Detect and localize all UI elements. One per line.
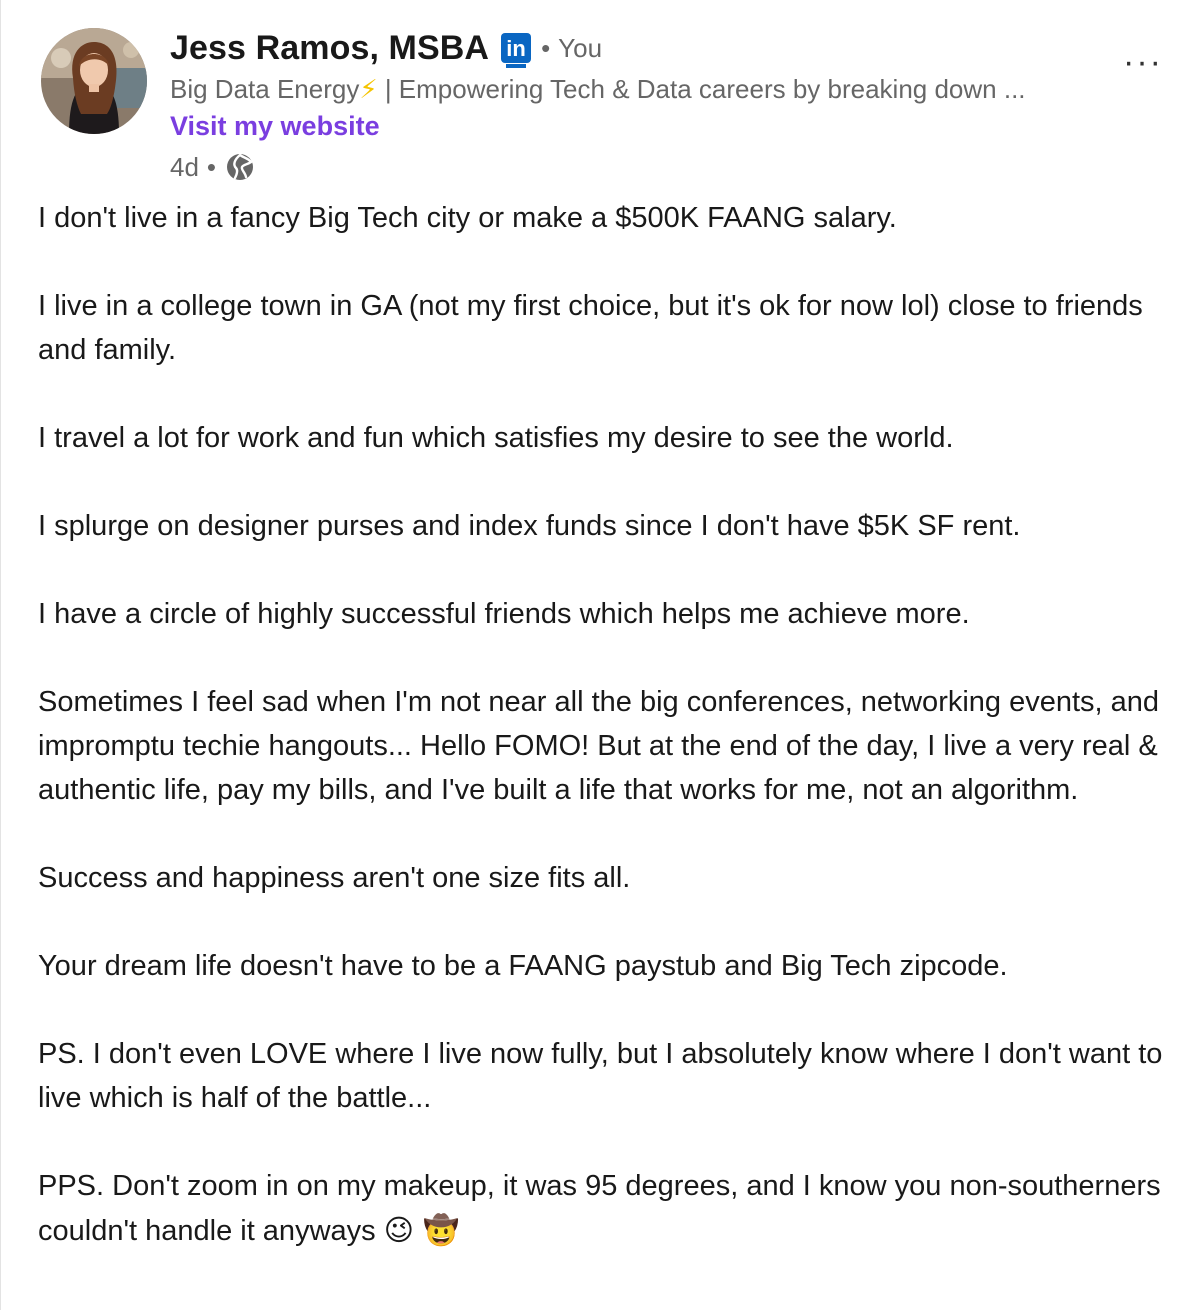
wink-cowboy-emoji: 😉 🤠 — [383, 1213, 460, 1247]
post-age: 4d — [170, 151, 199, 182]
post-paragraph: I have a circle of highly successful fri… — [38, 598, 970, 630]
separator-dot: • — [541, 32, 551, 63]
post-paragraph: Your dream life doesn't have to be a FAA… — [38, 950, 1008, 982]
author-meta: Jess Ramos, MSBA in • You Big Data Energ… — [170, 26, 1130, 188]
separator-dot: • — [206, 151, 217, 182]
post-paragraph-last: PPS. Don't zoom in on my makeup, it was … — [38, 1170, 1161, 1247]
post-paragraph: I don't live in a fancy Big Tech city or… — [38, 202, 897, 234]
post-paragraph: PS. I don't even LOVE where I live now f… — [38, 1038, 1163, 1114]
relation-label: You — [558, 32, 603, 63]
visit-website-link[interactable]: Visit my website — [170, 108, 1130, 144]
post-header: Jess Ramos, MSBA in • You Big Data Energ… — [41, 26, 1181, 186]
post-paragraph: Success and happiness aren't one size fi… — [38, 862, 631, 894]
globe-icon — [227, 153, 254, 180]
post-body: I don't live in a fancy Big Tech city or… — [38, 196, 1188, 1297]
post-card: Jess Ramos, MSBA in • You Big Data Energ… — [0, 0, 1200, 1310]
author-name[interactable]: Jess Ramos, MSBA — [170, 29, 489, 68]
post-paragraph: I splurge on designer purses and index f… — [38, 510, 1021, 542]
author-name-row: Jess Ramos, MSBA in • You — [170, 26, 1130, 70]
author-avatar[interactable] — [41, 28, 147, 134]
author-headline: Big Data Energy⚡ | Empowering Tech & Dat… — [170, 74, 1026, 104]
post-paragraph: I live in a college town in GA (not my f… — [38, 290, 1143, 366]
lightning-icon: ⚡ — [359, 74, 378, 104]
more-options-button[interactable]: ··· — [1123, 45, 1163, 79]
post-paragraph: Sometimes I feel sad when I'm not near a… — [38, 686, 1160, 806]
post-paragraph: I travel a lot for work and fun which sa… — [38, 422, 954, 454]
post-timestamp-row: 4d • — [170, 146, 1130, 188]
avatar-photo — [41, 28, 147, 134]
linkedin-premium-icon: in — [501, 33, 532, 68]
